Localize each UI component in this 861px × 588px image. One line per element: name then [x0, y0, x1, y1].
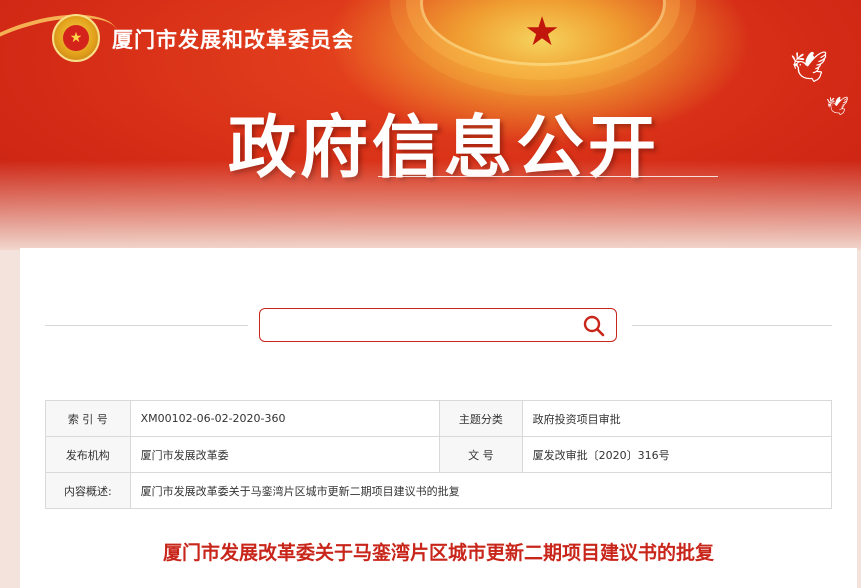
meta-label-summary: 内容概述: [45, 472, 131, 509]
meta-label-publisher: 发布机构 [45, 436, 131, 473]
divider-left [45, 325, 248, 326]
main-content: 索 引 号 XM00102-06-02-2020-360 主题分类 政府投资项目… [20, 248, 857, 588]
meta-label-category: 主题分类 [439, 400, 523, 437]
meta-value-summary: 厦门市发展改革委关于马銮湾片区城市更新二期项目建议书的批复 [129, 472, 833, 509]
search-row [20, 308, 857, 344]
search-input[interactable] [268, 313, 572, 339]
site-name[interactable]: 厦门市发展和改革委员会 [112, 24, 354, 54]
meta-value-category: 政府投资项目审批 [521, 400, 833, 437]
star-icon: ★ [524, 9, 560, 55]
header-banner: ★ ★ 厦门市发展和改革委员会 政府信息公开 🕊 🕊 [0, 0, 861, 250]
search-icon[interactable] [582, 314, 606, 338]
dove-icon: 🕊 [826, 96, 849, 117]
meta-value-doc-number: 厦发改审批〔2020〕316号 [521, 436, 833, 473]
document-title: 厦门市发展改革委关于马銮湾片区城市更新二期项目建议书的批复 [162, 542, 714, 564]
dove-icon: 🕊 [790, 50, 829, 85]
banner-fade [0, 160, 861, 250]
national-emblem-icon[interactable]: ★ [52, 14, 100, 62]
table-row: 发布机构 厦门市发展改革委 文 号 厦发改审批〔2020〕316号 [45, 436, 833, 473]
table-row: 索 引 号 XM00102-06-02-2020-360 主题分类 政府投资项目… [45, 400, 833, 437]
meta-label-index: 索 引 号 [45, 400, 131, 437]
emblem-star-icon: ★ [63, 25, 89, 51]
meta-value-index: XM00102-06-02-2020-360 [129, 400, 441, 437]
search-box[interactable] [259, 308, 617, 342]
divider-right [632, 325, 832, 326]
meta-value-publisher: 厦门市发展改革委 [129, 436, 441, 473]
document-meta-table: 索 引 号 XM00102-06-02-2020-360 主题分类 政府投资项目… [45, 400, 833, 509]
meta-label-doc-number: 文 号 [439, 436, 523, 473]
table-row: 内容概述: 厦门市发展改革委关于马銮湾片区城市更新二期项目建议书的批复 [45, 472, 833, 509]
